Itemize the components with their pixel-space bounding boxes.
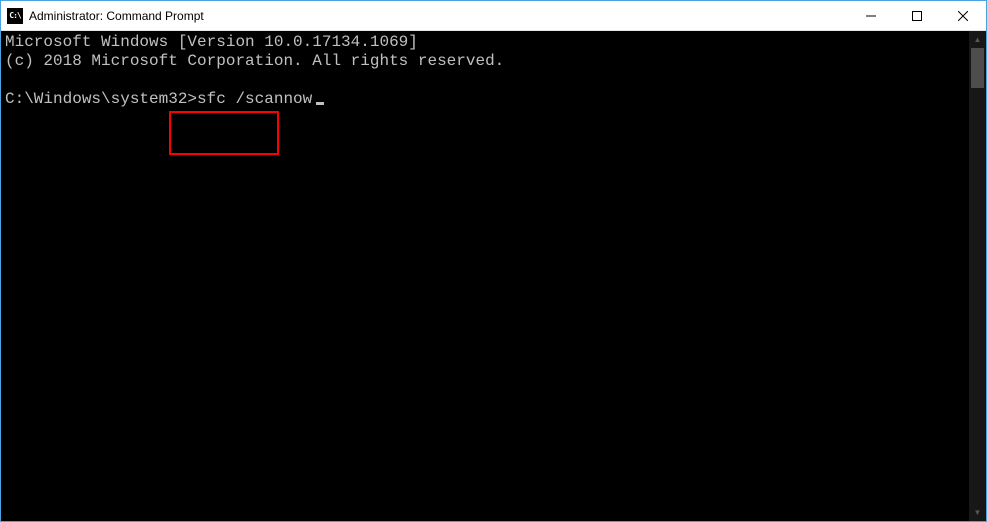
titlebar[interactable]: C:\ Administrator: Command Prompt xyxy=(1,1,986,31)
scroll-thumb[interactable] xyxy=(971,48,984,88)
version-line: Microsoft Windows [Version 10.0.17134.10… xyxy=(5,33,418,51)
close-button[interactable] xyxy=(940,1,986,30)
vertical-scrollbar[interactable]: ▲ ▼ xyxy=(969,31,986,521)
command-prompt-window: C:\ Administrator: Command Prompt Micros… xyxy=(0,0,987,522)
text-cursor xyxy=(316,102,324,105)
terminal-output[interactable]: Microsoft Windows [Version 10.0.17134.10… xyxy=(1,31,969,521)
terminal-area[interactable]: Microsoft Windows [Version 10.0.17134.10… xyxy=(1,31,986,521)
cmd-icon: C:\ xyxy=(7,8,23,24)
prompt-text: C:\Windows\system32> xyxy=(5,90,197,108)
window-title: Administrator: Command Prompt xyxy=(29,9,848,23)
copyright-line: (c) 2018 Microsoft Corporation. All righ… xyxy=(5,52,504,70)
scroll-down-button[interactable]: ▼ xyxy=(969,504,986,521)
maximize-button[interactable] xyxy=(894,1,940,30)
scroll-up-button[interactable]: ▲ xyxy=(969,31,986,48)
command-text: sfc /scannow xyxy=(197,90,312,108)
window-controls xyxy=(848,1,986,30)
minimize-button[interactable] xyxy=(848,1,894,30)
